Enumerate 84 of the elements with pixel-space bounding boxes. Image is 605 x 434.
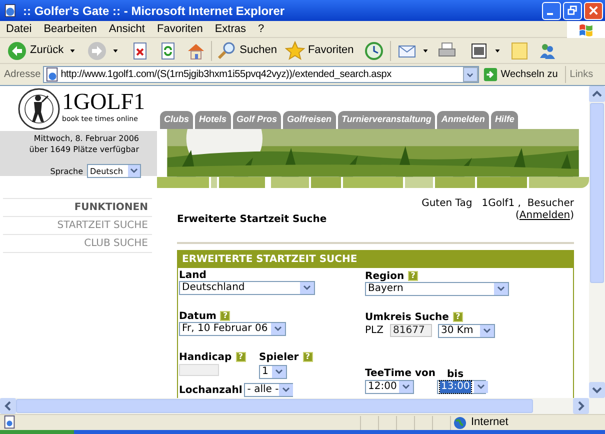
caret-icon	[278, 384, 293, 396]
caret-icon	[300, 282, 314, 294]
ie-page-icon	[44, 67, 60, 82]
caret-icon	[466, 72, 474, 78]
close-icon	[588, 5, 599, 16]
menu-item[interactable]: Bearbeiten	[44, 20, 97, 38]
caret-icon	[494, 283, 508, 295]
caret-icon	[422, 48, 429, 54]
address-label: Adresse	[4, 68, 41, 82]
scroll-up-icon	[589, 86, 605, 102]
field-label: bis	[447, 368, 464, 379]
vertical-scrollbar[interactable]	[589, 86, 605, 398]
star-icon	[284, 40, 305, 60]
select-field[interactable]: - alle -	[244, 383, 294, 397]
field-label: Region	[365, 270, 404, 284]
restore-icon	[567, 5, 578, 16]
back-button[interactable]: Zurück	[5, 40, 66, 62]
clock-icon	[364, 40, 384, 60]
field-label: TeeTime von	[365, 366, 436, 380]
address-field[interactable]: http://www.1golf1.com/(S(1rn5jgib3hxm1i55pvq42vyz))/extended_search.aspx	[42, 66, 479, 83]
field-label: PLZ	[365, 324, 384, 338]
logo-text: 1GOLF1	[62, 89, 146, 115]
caret-icon	[399, 381, 413, 393]
select-field[interactable]: 12:00	[365, 380, 414, 394]
links-button[interactable]: Links	[570, 67, 594, 82]
select-field[interactable]: 13:00	[437, 380, 486, 394]
note-icon	[508, 40, 529, 60]
windows-logo-icon	[578, 22, 594, 38]
scroll-down-icon	[589, 382, 605, 398]
date-text: Mittwoch, 8. Februar 2006	[34, 133, 139, 144]
field-label: Umkreis Suche	[365, 310, 449, 324]
language-label: Sprache	[50, 166, 83, 176]
caret-icon	[128, 165, 140, 177]
field-label: Land	[179, 268, 206, 282]
caret-icon	[474, 381, 488, 393]
menu-item[interactable]: Datei	[6, 20, 32, 38]
go-button[interactable]: Wechseln zu	[482, 67, 558, 82]
dropdown-button[interactable]	[462, 67, 478, 82]
caret-icon	[112, 48, 119, 54]
postcode-field[interactable]: 81677	[390, 324, 432, 337]
caret-icon	[68, 48, 76, 54]
caret-icon	[494, 48, 501, 54]
greeting-text: Guten Tag 1Golf1 , Besucher	[422, 198, 574, 210]
sidebar-heading: FUNKTIONEN	[74, 201, 148, 215]
field-label: Handicap	[179, 350, 232, 364]
select-field[interactable]: Deutschland	[179, 281, 315, 295]
scroll-thumb[interactable]	[16, 399, 533, 413]
minimize-icon	[546, 13, 552, 15]
caret-icon	[272, 366, 286, 378]
select-field[interactable]: 1	[259, 365, 287, 379]
field-label: Lochanzahl	[179, 384, 242, 398]
login-link[interactable]: (Anmelden)	[515, 210, 574, 222]
search-button[interactable]: Suchen	[214, 40, 279, 62]
language-select[interactable]: Deutsch	[87, 164, 141, 178]
caret-icon	[480, 324, 494, 336]
select-field[interactable]: Fr, 10 Februar 06	[179, 322, 286, 336]
horizontal-scrollbar[interactable]	[0, 398, 605, 414]
page-heading: Erweiterte Startzeit Suche	[177, 213, 327, 227]
scroll-right-icon	[573, 398, 589, 414]
panel-title: ERWEITERTE STARTZEIT SUCHE	[178, 251, 573, 268]
document-edit-icon	[468, 40, 489, 60]
favorites-button[interactable]: Favoriten	[282, 40, 356, 62]
select-field[interactable]: Bayern	[365, 282, 509, 296]
window-title: :: Golfer's Gate :: - Microsoft Internet Explorer	[23, 2, 286, 20]
sidebar-link[interactable]: CLUB SUCHE	[84, 236, 148, 251]
scroll-left-icon	[0, 398, 16, 414]
magnifier-icon	[216, 40, 237, 60]
globe-icon	[453, 416, 467, 430]
caret-icon	[271, 323, 285, 335]
menu-item[interactable]: Extras	[214, 20, 246, 38]
menu-item[interactable]: Ansicht	[108, 20, 145, 38]
field-label: Spieler	[259, 350, 299, 364]
minimize-button[interactable]	[542, 2, 561, 20]
status-zone: Internet	[471, 415, 508, 430]
sidebar-link[interactable]: STARTZEIT SUCHE	[57, 218, 148, 233]
menu-item[interactable]: Favoriten	[156, 20, 203, 38]
field-label: Datum	[179, 310, 216, 323]
menu-item[interactable]: ?	[258, 20, 264, 38]
select-field[interactable]: 30 Km	[438, 324, 495, 338]
close-button[interactable]	[584, 2, 603, 20]
restore-button[interactable]	[563, 2, 582, 20]
page-icon	[2, 415, 17, 430]
availability-text: über 1649 Plätze verfügbar	[29, 144, 139, 155]
scroll-thumb[interactable]	[590, 103, 604, 283]
